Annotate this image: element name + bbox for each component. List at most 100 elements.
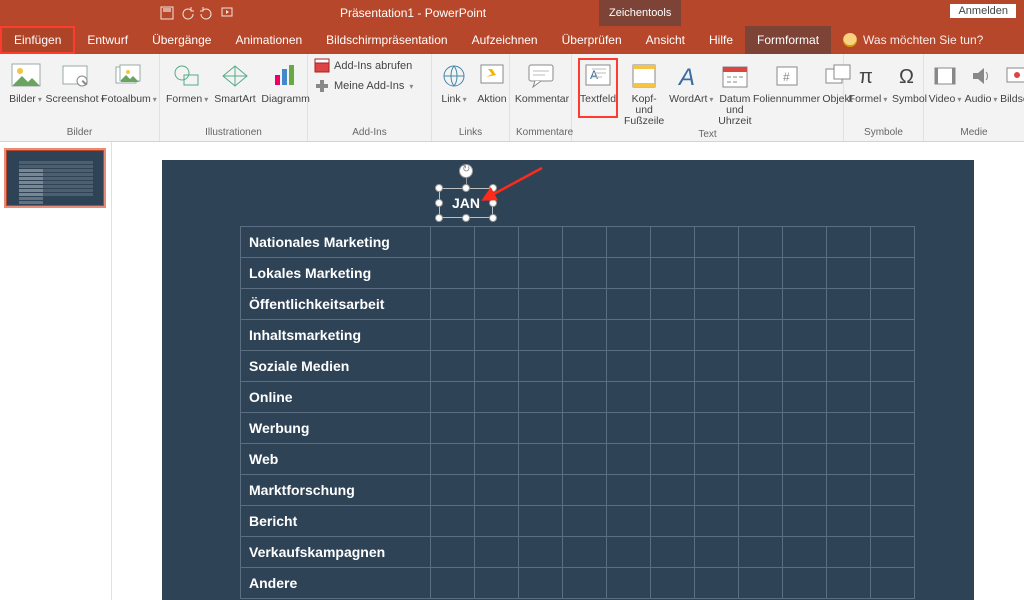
table-cell[interactable] bbox=[651, 568, 695, 599]
slidenumber-button[interactable]: # Foliennummer bbox=[758, 58, 816, 116]
table-cell[interactable] bbox=[739, 413, 783, 444]
row-label[interactable]: Online bbox=[241, 382, 431, 413]
table-cell[interactable] bbox=[783, 258, 827, 289]
table-cell[interactable] bbox=[651, 506, 695, 537]
table-cell[interactable] bbox=[431, 568, 475, 599]
tab-review[interactable]: Überprüfen bbox=[550, 26, 634, 54]
table-cell[interactable] bbox=[783, 320, 827, 351]
table-row[interactable]: Verkaufskampagnen bbox=[241, 537, 915, 568]
table-cell[interactable] bbox=[607, 351, 651, 382]
comment-button[interactable]: Kommentar bbox=[516, 58, 568, 116]
table-cell[interactable] bbox=[519, 289, 563, 320]
table-cell[interactable] bbox=[607, 289, 651, 320]
table-cell[interactable] bbox=[695, 444, 739, 475]
get-addins-button[interactable]: Add-Ins abrufen bbox=[314, 58, 413, 74]
table-cell[interactable] bbox=[651, 413, 695, 444]
table-row[interactable]: Web bbox=[241, 444, 915, 475]
table-cell[interactable] bbox=[827, 258, 871, 289]
datetime-button[interactable]: Datum und Uhrzeit bbox=[718, 58, 751, 127]
table-cell[interactable] bbox=[695, 351, 739, 382]
my-addins-button[interactable]: Meine Add-Ins ▾ bbox=[314, 78, 413, 94]
tab-help[interactable]: Hilfe bbox=[697, 26, 745, 54]
table-cell[interactable] bbox=[431, 444, 475, 475]
symbol-button[interactable]: Ω Symbol bbox=[892, 58, 927, 116]
table-cell[interactable] bbox=[519, 258, 563, 289]
tab-transitions[interactable]: Übergänge bbox=[140, 26, 223, 54]
chart-button[interactable]: Diagramm bbox=[262, 58, 310, 116]
table-cell[interactable] bbox=[739, 320, 783, 351]
table-cell[interactable] bbox=[607, 568, 651, 599]
tab-view[interactable]: Ansicht bbox=[634, 26, 697, 54]
table-cell[interactable] bbox=[607, 537, 651, 568]
tell-me-search[interactable]: Was möchten Sie tun? bbox=[843, 33, 983, 47]
table-cell[interactable] bbox=[695, 227, 739, 258]
table-cell[interactable] bbox=[431, 351, 475, 382]
table-cell[interactable] bbox=[431, 258, 475, 289]
selected-textbox[interactable]: JAN bbox=[439, 188, 493, 218]
table-cell[interactable] bbox=[519, 320, 563, 351]
slide-table[interactable]: Nationales MarketingLokales MarketingÖff… bbox=[240, 226, 915, 599]
table-cell[interactable] bbox=[739, 351, 783, 382]
table-cell[interactable] bbox=[607, 475, 651, 506]
table-cell[interactable] bbox=[783, 227, 827, 258]
table-cell[interactable] bbox=[519, 382, 563, 413]
table-cell[interactable] bbox=[827, 537, 871, 568]
table-cell[interactable] bbox=[475, 506, 519, 537]
table-cell[interactable] bbox=[431, 320, 475, 351]
smartart-button[interactable]: SmartArt bbox=[214, 58, 255, 116]
table-row[interactable]: Marktforschung bbox=[241, 475, 915, 506]
table-cell[interactable] bbox=[651, 475, 695, 506]
slide-thumbnail-panel[interactable] bbox=[0, 142, 112, 600]
table-row[interactable]: Online bbox=[241, 382, 915, 413]
table-cell[interactable] bbox=[563, 413, 607, 444]
table-cell[interactable] bbox=[563, 227, 607, 258]
screenshot-button[interactable]: Screenshot▾ bbox=[51, 58, 99, 116]
table-cell[interactable] bbox=[871, 506, 915, 537]
table-cell[interactable] bbox=[563, 289, 607, 320]
table-row[interactable]: Andere bbox=[241, 568, 915, 599]
table-cell[interactable] bbox=[783, 475, 827, 506]
table-cell[interactable] bbox=[651, 258, 695, 289]
table-cell[interactable] bbox=[695, 320, 739, 351]
tab-animations[interactable]: Animationen bbox=[223, 26, 314, 54]
table-cell[interactable] bbox=[607, 258, 651, 289]
table-cell[interactable] bbox=[475, 444, 519, 475]
table-cell[interactable] bbox=[475, 258, 519, 289]
row-label[interactable]: Soziale Medien bbox=[241, 351, 431, 382]
table-cell[interactable] bbox=[607, 227, 651, 258]
table-cell[interactable] bbox=[783, 506, 827, 537]
table-cell[interactable] bbox=[563, 444, 607, 475]
table-cell[interactable] bbox=[827, 320, 871, 351]
row-label[interactable]: Marktforschung bbox=[241, 475, 431, 506]
screen-recording-button[interactable]: Bildsch bbox=[1002, 58, 1024, 116]
table-cell[interactable] bbox=[431, 537, 475, 568]
table-cell[interactable] bbox=[827, 289, 871, 320]
table-cell[interactable] bbox=[827, 568, 871, 599]
table-cell[interactable] bbox=[651, 289, 695, 320]
qat-save-icon[interactable] bbox=[160, 6, 174, 20]
table-cell[interactable] bbox=[827, 351, 871, 382]
headerfooter-button[interactable]: Kopf- und Fußzeile bbox=[624, 58, 664, 127]
row-label[interactable]: Werbung bbox=[241, 413, 431, 444]
table-cell[interactable] bbox=[871, 258, 915, 289]
row-label[interactable]: Andere bbox=[241, 568, 431, 599]
table-cell[interactable] bbox=[783, 351, 827, 382]
table-cell[interactable] bbox=[739, 289, 783, 320]
qat-redo-icon[interactable] bbox=[200, 6, 214, 20]
table-cell[interactable] bbox=[475, 289, 519, 320]
table-cell[interactable] bbox=[739, 258, 783, 289]
rotate-handle[interactable] bbox=[459, 164, 473, 178]
table-cell[interactable] bbox=[563, 382, 607, 413]
video-button[interactable]: Video▾ bbox=[930, 58, 960, 116]
table-cell[interactable] bbox=[475, 320, 519, 351]
qat-startfrombeginning-icon[interactable] bbox=[220, 6, 234, 20]
table-cell[interactable] bbox=[431, 475, 475, 506]
table-cell[interactable] bbox=[871, 382, 915, 413]
table-cell[interactable] bbox=[431, 413, 475, 444]
equation-button[interactable]: π Formel▾ bbox=[850, 58, 886, 116]
table-row[interactable]: Öffentlichkeitsarbeit bbox=[241, 289, 915, 320]
table-cell[interactable] bbox=[871, 289, 915, 320]
table-cell[interactable] bbox=[871, 227, 915, 258]
table-cell[interactable] bbox=[651, 444, 695, 475]
table-cell[interactable] bbox=[827, 475, 871, 506]
